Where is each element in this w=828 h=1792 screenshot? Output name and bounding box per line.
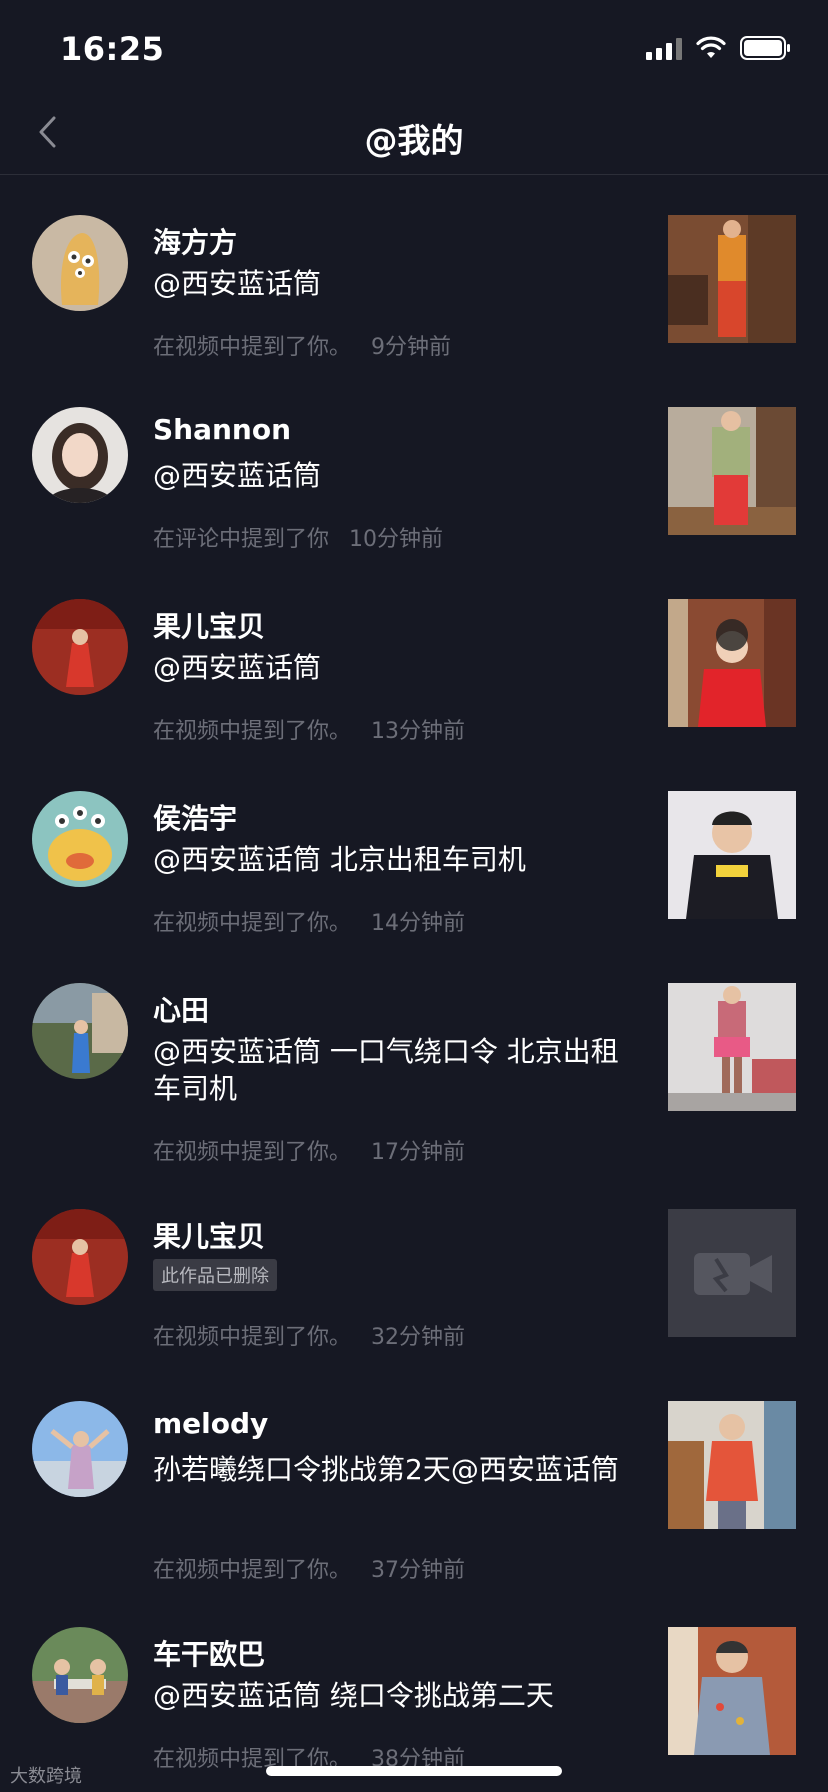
- mention-text: @西安蓝话筒 北京出租车司机: [153, 843, 526, 876]
- user-name[interactable]: 心田: [153, 989, 209, 1029]
- user-name[interactable]: 果儿宝贝: [153, 1215, 265, 1255]
- avatar[interactable]: [32, 791, 128, 887]
- mention-time: 9分钟前: [371, 335, 452, 360]
- status-icons: [646, 36, 792, 60]
- mention-meta: 在视频中提到了你。 9分钟前: [153, 329, 451, 361]
- video-thumbnail[interactable]: [668, 1627, 796, 1755]
- mention-meta: 在视频中提到了你。 37分钟前: [153, 1552, 465, 1584]
- deleted-badge: 此作品已删除: [153, 1259, 277, 1291]
- mention-type: 在视频中提到了你。: [153, 1558, 352, 1583]
- deleted-video-placeholder[interactable]: [668, 1209, 796, 1337]
- mention-time: 37分钟前: [371, 1558, 466, 1583]
- user-name[interactable]: 果儿宝贝: [153, 605, 265, 645]
- mention-time: 14分钟前: [371, 911, 466, 936]
- mention-time: 10分钟前: [349, 527, 444, 552]
- avatar[interactable]: [32, 1209, 128, 1305]
- video-thumbnail[interactable]: [668, 407, 796, 535]
- avatar[interactable]: [32, 407, 128, 503]
- user-name[interactable]: 侯浩宇: [153, 797, 237, 837]
- avatar[interactable]: [32, 1401, 128, 1497]
- user-name[interactable]: 车干欧巴: [153, 1633, 265, 1673]
- user-name[interactable]: 海方方: [153, 221, 237, 261]
- page-title: @我的: [364, 121, 464, 160]
- mention-meta: 在评论中提到了你 10分钟前: [153, 521, 443, 553]
- video-thumbnail[interactable]: [668, 215, 796, 343]
- mention-type: 在视频中提到了你。: [153, 335, 352, 360]
- mention-meta: 在视频中提到了你。 14分钟前: [153, 905, 465, 937]
- mention-meta: 在视频中提到了你。 32分钟前: [153, 1319, 465, 1351]
- mention-text: @西安蓝话筒: [153, 651, 322, 684]
- video-thumbnail[interactable]: [668, 1401, 796, 1529]
- video-thumbnail[interactable]: [668, 983, 796, 1111]
- video-thumbnail[interactable]: [668, 599, 796, 727]
- mention-type: 在视频中提到了你。: [153, 911, 352, 936]
- user-name[interactable]: melody: [153, 1407, 268, 1440]
- battery-icon: [740, 36, 792, 60]
- avatar[interactable]: [32, 599, 128, 695]
- avatar[interactable]: [32, 215, 128, 311]
- avatar[interactable]: [32, 1627, 128, 1723]
- mention-type: 在视频中提到了你。: [153, 719, 352, 744]
- home-indicator: [266, 1766, 562, 1776]
- mention-time: 32分钟前: [371, 1325, 466, 1350]
- mention-type: 在视频中提到了你。: [153, 1140, 352, 1165]
- wifi-icon: [696, 36, 726, 60]
- mention-text: @西安蓝话筒 一口气绕口令 北京出租车司机: [153, 1035, 619, 1105]
- mention-type: 在视频中提到了你。: [153, 1325, 352, 1350]
- nav-bar: @我的: [0, 96, 828, 175]
- video-camera-icon: [694, 1253, 772, 1295]
- cellular-signal-icon: [646, 36, 682, 60]
- mention-text: @西安蓝话筒: [153, 267, 322, 300]
- status-bar: 16:25: [0, 0, 828, 96]
- avatar[interactable]: [32, 983, 128, 1079]
- mention-text: @西安蓝话筒 绕口令挑战第二天: [153, 1679, 554, 1712]
- mention-meta: 在视频中提到了你。 13分钟前: [153, 713, 465, 745]
- mention-text: 孙若曦绕口令挑战第2天@西安蓝话筒: [153, 1453, 619, 1486]
- mention-time: 13分钟前: [371, 719, 466, 744]
- status-time: 16:25: [60, 30, 165, 68]
- watermark: 大数跨境: [10, 1766, 82, 1787]
- mention-text: @西安蓝话筒: [153, 459, 322, 492]
- mention-type: 在评论中提到了你: [153, 527, 330, 552]
- user-name[interactable]: Shannon: [153, 413, 291, 446]
- mention-meta: 在视频中提到了你。 17分钟前: [153, 1134, 465, 1166]
- video-thumbnail[interactable]: [668, 791, 796, 919]
- mention-time: 17分钟前: [371, 1140, 466, 1165]
